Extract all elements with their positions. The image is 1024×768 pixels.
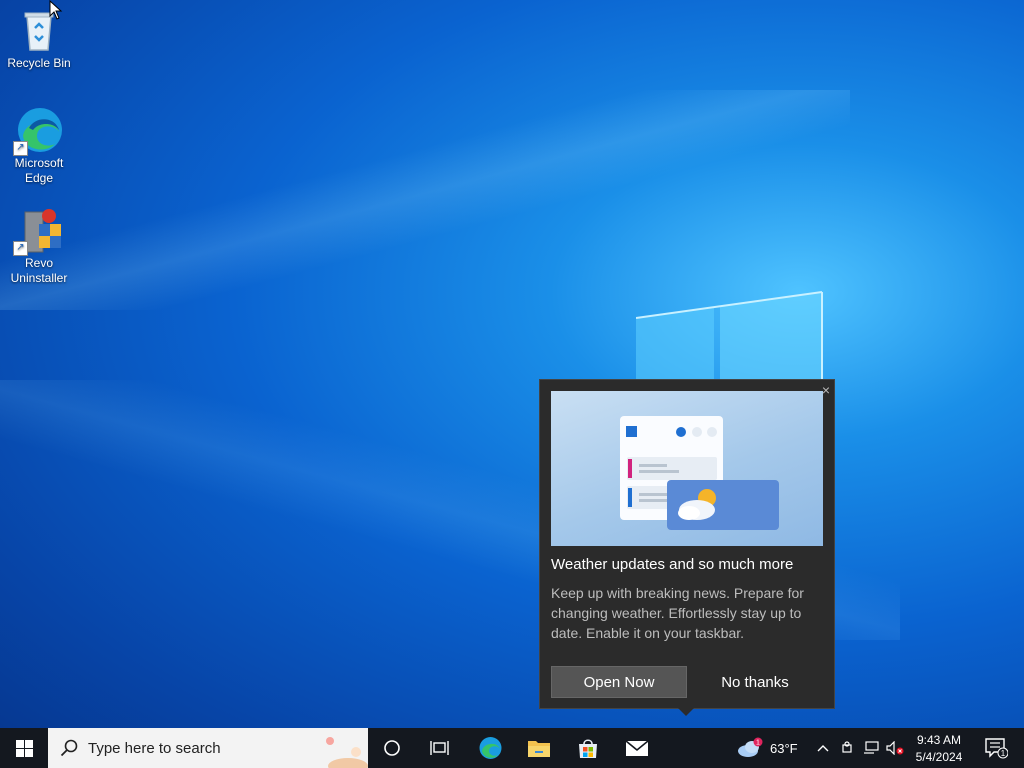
weather-promo-popup: × Weather updates and so much more Keep … (539, 379, 835, 716)
edge-icon: ↗ (13, 106, 63, 156)
clock-date: 5/4/2024 (915, 749, 963, 764)
cortana-button[interactable] (372, 728, 412, 768)
task-view-icon (430, 741, 449, 755)
shortcut-arrow-icon: ↗ (13, 241, 28, 256)
chevron-up-icon (817, 745, 829, 752)
weather-widget[interactable]: 1 63°F (736, 728, 804, 768)
popup-caret (678, 708, 694, 716)
desktop-icon-label-line1: Microsoft (14, 156, 64, 170)
network-button[interactable] (860, 728, 882, 768)
search-icon (60, 739, 78, 757)
start-button[interactable] (0, 728, 48, 768)
popup-illustration (551, 391, 823, 546)
search-box[interactable]: Type here to search (48, 728, 368, 768)
cortana-icon (384, 740, 400, 756)
light-beam (0, 90, 850, 310)
desktop-icon-label-line2: Edge (24, 171, 54, 185)
taskbar-mail-button[interactable] (617, 728, 657, 768)
show-hidden-icons-button[interactable] (813, 728, 833, 768)
desktop-icon-revo-uninstaller[interactable]: ↗ Revo Uninstaller (1, 206, 77, 286)
desktop-icon-microsoft-edge[interactable]: ↗ Microsoft Edge (1, 106, 77, 186)
popup-body-text: Keep up with breaking news. Prepare for … (551, 585, 804, 641)
cloud-icon: 1 (738, 737, 763, 757)
notification-count: 1 (1001, 749, 1006, 758)
folder-icon (528, 741, 550, 757)
desktop-icon-label-line1: Revo (24, 256, 53, 270)
search-placeholder: Type here to search (88, 739, 221, 757)
clock[interactable]: 9:43 AM 5/4/2024 (908, 728, 970, 768)
popup-title: Weather updates and so much more (551, 556, 794, 573)
search-highlight-icon (326, 737, 368, 768)
close-icon[interactable]: × (822, 382, 830, 398)
store-icon (579, 739, 597, 758)
no-thanks-button[interactable]: No thanks (687, 666, 823, 698)
desktop-icon-recycle-bin[interactable]: Recycle Bin (1, 6, 77, 71)
taskbar-file-explorer-button[interactable] (519, 728, 559, 768)
volume-muted-icon (886, 741, 904, 755)
network-icon (864, 741, 879, 754)
notification-icon: 1 (985, 738, 1008, 759)
windows-start-icon (15, 739, 33, 757)
taskbar: Type here to search 1 63°F 9:43 AM 5/4/2… (0, 728, 1024, 768)
task-view-button[interactable] (420, 728, 460, 768)
meet-now-button[interactable] (837, 728, 857, 768)
meet-now-icon (842, 741, 852, 753)
weather-temperature: 63°F (770, 740, 798, 756)
mail-icon (625, 740, 649, 756)
edge-icon (479, 737, 502, 759)
taskbar-edge-button[interactable] (470, 728, 510, 768)
clock-time: 9:43 AM (916, 732, 962, 747)
weather-badge: 1 (756, 740, 760, 747)
mouse-cursor-icon (49, 0, 63, 20)
revo-uninstaller-icon: ↗ (13, 206, 63, 256)
taskbar-store-button[interactable] (568, 728, 608, 768)
shortcut-arrow-icon: ↗ (13, 141, 28, 156)
desktop-icon-label: Recycle Bin (7, 56, 71, 70)
volume-button[interactable] (884, 728, 906, 768)
open-now-button[interactable]: Open Now (551, 666, 687, 698)
desktop-icon-label-line2: Uninstaller (10, 271, 68, 285)
action-center-button[interactable]: 1 (976, 728, 1016, 768)
